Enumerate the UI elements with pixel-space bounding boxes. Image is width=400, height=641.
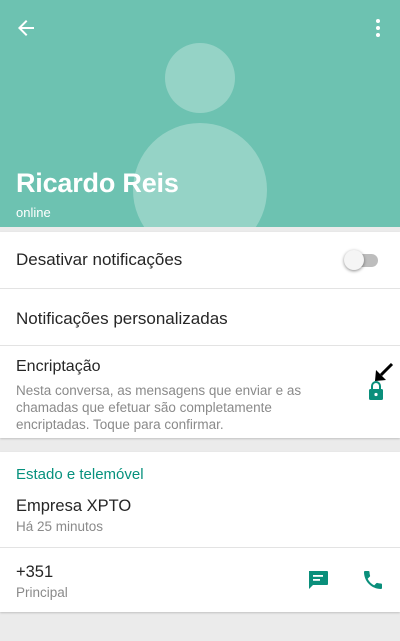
mute-notifications-label: Desativar notificações [16,250,183,269]
settings-card: Desativar notificações Notificações pers… [0,232,400,438]
message-icon[interactable] [306,568,330,592]
back-arrow-icon[interactable] [14,16,38,40]
encryption-row[interactable]: Encriptação Nesta conversa, as mensagens… [0,346,400,438]
custom-notifications-label: Notificações personalizadas [16,309,228,328]
status-time: Há 25 minutos [16,519,104,534]
contact-name: Ricardo Reis [16,168,179,198]
mute-notifications-toggle[interactable] [344,250,378,270]
lock-icon[interactable] [368,380,384,400]
profile-header: Ricardo Reis online [0,0,400,227]
encryption-description: Nesta conversa, as mensagens que enviar … [16,383,302,432]
encryption-label: Encriptação [16,358,101,375]
status-row[interactable]: Empresa XPTO Há 25 minutos [0,492,400,547]
contact-status: online [16,205,51,220]
phone-label: Principal [16,585,68,600]
phone-icon[interactable] [361,568,385,592]
phone-number: +351 [16,563,54,581]
section-title: Estado e telemóvel [16,466,144,483]
more-options-icon[interactable] [366,16,390,40]
mute-notifications-row[interactable]: Desativar notificações [0,232,400,288]
status-text: Empresa XPTO [16,497,132,515]
about-card: Estado e telemóvel Empresa XPTO Há 25 mi… [0,452,400,612]
avatar-placeholder-head [165,43,235,113]
custom-notifications-row[interactable]: Notificações personalizadas [0,289,400,345]
phone-row[interactable]: +351 Principal [0,548,400,612]
toggle-thumb [344,250,364,270]
